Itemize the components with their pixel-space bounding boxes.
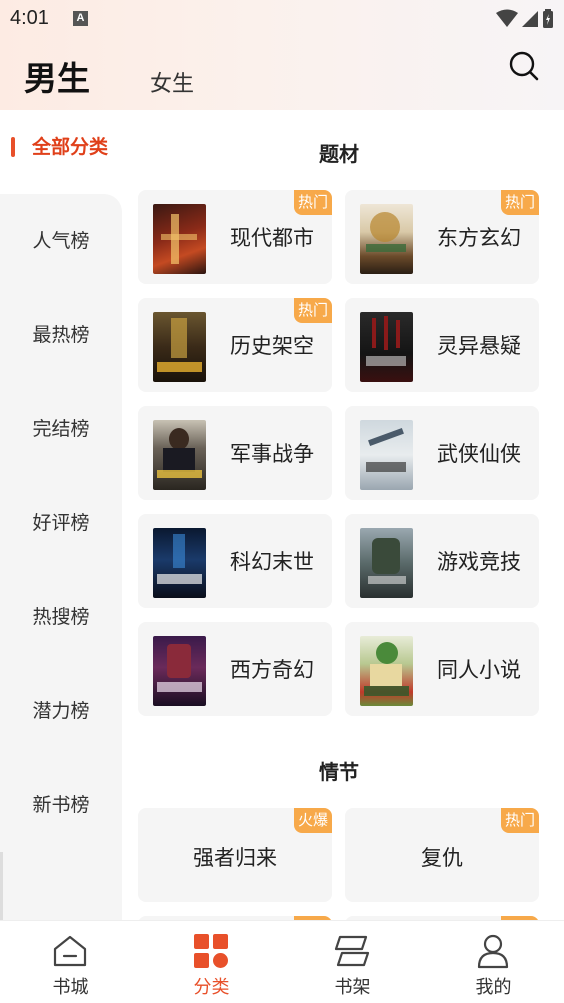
sidebar-item-label: 全部分类 xyxy=(32,136,109,158)
book-cover-image xyxy=(153,204,206,274)
plot-name: 强者归来 xyxy=(193,846,277,870)
category-card-western-fantasy[interactable]: 西方奇幻 xyxy=(138,622,332,716)
hot-badge: 热门 xyxy=(501,190,539,215)
sidebar-item-popular[interactable]: 人气榜 xyxy=(0,216,122,266)
nav-label: 分类 xyxy=(193,977,230,998)
sidebar-edge xyxy=(0,852,3,922)
category-name: 灵异悬疑 xyxy=(437,334,521,358)
category-card-modern-city[interactable]: 现代都市 热门 xyxy=(138,190,332,284)
bookshelf-icon xyxy=(334,935,370,967)
section-title-plot: 情节 xyxy=(319,760,359,784)
nav-bookstore[interactable]: 书城 xyxy=(0,921,141,1003)
plot-card-strong-return[interactable]: 强者归来 火爆 xyxy=(138,808,332,902)
category-name: 西方奇幻 xyxy=(230,658,314,682)
sidebar-item-hottest[interactable]: 最热榜 xyxy=(0,310,122,360)
nav-bookshelf[interactable]: 书架 xyxy=(282,921,423,1003)
category-card-military[interactable]: 军事战争 xyxy=(138,406,332,500)
category-name: 东方玄幻 xyxy=(437,226,521,250)
book-cover-image xyxy=(360,420,413,490)
book-cover-image xyxy=(360,312,413,382)
category-name: 军事战争 xyxy=(230,442,314,466)
category-card-eastern-fantasy[interactable]: 东方玄幻 热门 xyxy=(345,190,539,284)
wifi-icon xyxy=(496,9,518,27)
nav-label: 书城 xyxy=(52,977,89,998)
ranking-list: 人气榜 最热榜 完结榜 好评榜 热搜榜 潜力榜 新书榜 xyxy=(0,194,122,930)
category-card-historical[interactable]: 历史架空 热门 xyxy=(138,298,332,392)
category-card-supernatural[interactable]: 灵异悬疑 xyxy=(345,298,539,392)
hot-badge: 热门 xyxy=(294,298,332,323)
book-cover-image xyxy=(153,528,206,598)
sidebar-item-all[interactable]: 全部分类 xyxy=(0,130,122,170)
sidebar-item-top-rated[interactable]: 好评榜 xyxy=(0,498,122,548)
search-icon[interactable] xyxy=(508,50,540,82)
sidebar-item-trending-search[interactable]: 热搜榜 xyxy=(0,592,122,642)
category-name: 科幻末世 xyxy=(230,550,314,574)
home-icon xyxy=(53,935,87,967)
signal-icon xyxy=(522,11,538,27)
nav-category[interactable]: 分类 xyxy=(141,921,282,1003)
category-icon xyxy=(194,934,228,968)
category-name: 同人小说 xyxy=(437,658,521,682)
sidebar-item-completed[interactable]: 完结榜 xyxy=(0,404,122,454)
section-title-theme: 题材 xyxy=(319,142,359,166)
plot-name: 复仇 xyxy=(421,846,463,870)
hot-badge: 热门 xyxy=(501,808,539,833)
category-name: 游戏竞技 xyxy=(437,550,521,574)
system-icons xyxy=(496,9,554,33)
book-cover-image xyxy=(360,204,413,274)
trending-badge: 火爆 xyxy=(294,808,332,833)
hot-badge: 热门 xyxy=(294,190,332,215)
notification-a-icon: A xyxy=(73,11,88,26)
battery-icon xyxy=(543,9,553,28)
status-bar: 4:01 A xyxy=(0,0,564,40)
nav-profile[interactable]: 我的 xyxy=(423,921,564,1003)
nav-label: 书架 xyxy=(334,977,371,998)
category-name: 历史架空 xyxy=(230,334,314,358)
category-card-gaming[interactable]: 游戏竞技 xyxy=(345,514,539,608)
plot-card-revenge[interactable]: 复仇 热门 xyxy=(345,808,539,902)
book-cover-image xyxy=(360,528,413,598)
sidebar-item-new-books[interactable]: 新书榜 xyxy=(0,780,122,830)
book-cover-image xyxy=(153,312,206,382)
bottom-navigation: 书城 分类 书架 我的 xyxy=(0,920,564,1003)
category-name: 武侠仙侠 xyxy=(437,442,521,466)
category-name: 现代都市 xyxy=(230,226,314,250)
tab-female[interactable]: 女生 xyxy=(150,66,194,98)
book-cover-image xyxy=(360,636,413,706)
category-card-fan-fiction[interactable]: 同人小说 xyxy=(345,622,539,716)
category-card-wuxia[interactable]: 武侠仙侠 xyxy=(345,406,539,500)
selected-indicator xyxy=(11,137,15,157)
status-time: 4:01 xyxy=(10,7,49,29)
book-cover-image xyxy=(153,636,206,706)
category-card-scifi[interactable]: 科幻末世 xyxy=(138,514,332,608)
tab-male[interactable]: 男生 xyxy=(24,52,90,100)
profile-icon xyxy=(477,934,509,969)
category-content: 题材 现代都市 热门 东方玄幻 热门 历史架空 热门 灵异悬疑 军事战争 武侠仙… xyxy=(122,110,564,920)
category-sidebar: 全部分类 人气榜 最热榜 完结榜 好评榜 热搜榜 潜力榜 新书榜 xyxy=(0,110,122,930)
nav-label: 我的 xyxy=(475,977,512,998)
book-cover-image xyxy=(153,420,206,490)
sidebar-item-potential[interactable]: 潜力榜 xyxy=(0,686,122,736)
